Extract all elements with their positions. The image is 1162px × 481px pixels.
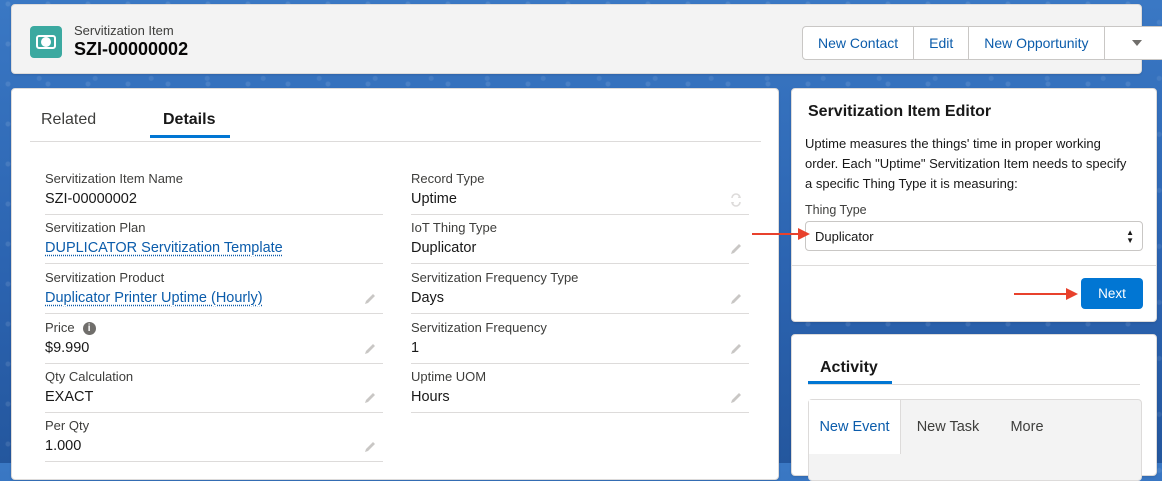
field-label: IoT Thing Type [411,220,498,235]
field-servitization-product: Servitization Product Duplicator Printer… [45,264,383,314]
new-opportunity-button[interactable]: New Opportunity [969,27,1105,59]
servitization-product-link[interactable]: Duplicator Printer Uptime (Hourly) [45,290,263,306]
field-label: Servitization Item Name [45,171,183,186]
pencil-icon[interactable] [729,342,743,356]
record-header: Servitization Item SZI-00000002 New Cont… [11,4,1162,74]
header-actions: New Contact Edit New Opportunity [802,26,1162,60]
more-actions-button[interactable] [1105,27,1162,59]
field-value: EXACT [45,389,94,405]
servitization-plan-link[interactable]: DUPLICATOR Servitization Template [45,240,283,256]
activity-panel: Activity New Event New Task More [791,334,1157,481]
info-icon[interactable]: i [82,322,96,335]
field-uptime-uom: Uptime UOM Hours [411,363,749,413]
field-value: $9.990 [45,340,90,356]
annotation-arrow-icon [752,228,810,240]
field-value: Hours [411,389,450,405]
new-task-button[interactable]: New Task [901,400,995,454]
tab-details[interactable]: Details [163,111,215,129]
field-value: Days [411,290,445,306]
object-type-label: Servitization Item [74,23,174,38]
next-button[interactable]: Next [1081,278,1143,309]
field-servitization-plan: Servitization Plan DUPLICATOR Servitizat… [45,214,383,264]
divider [808,384,1140,385]
active-tab-indicator [808,381,892,384]
field-label: Servitization Frequency Type [411,270,579,285]
field-qty-calculation: Qty Calculation EXACT [45,363,383,413]
field-frequency-type: Servitization Frequency Type Days [411,264,749,314]
editor-description: Uptime measures the things' time in prop… [805,136,1127,191]
field-per-qty: Per Qty 1.000 [45,412,383,462]
activity-publisher: New Event New Task More [808,399,1142,481]
field-label: Uptime UOM [411,369,487,384]
field-price: Price i $9.990 [45,314,383,364]
chevron-down-icon [1131,40,1142,46]
record-title: SZI-00000002 [74,39,189,59]
thing-type-label: Thing Type [805,203,867,217]
pencil-icon[interactable] [363,440,377,454]
tab-related[interactable]: Related [41,111,96,129]
pencil-icon[interactable] [729,292,743,306]
pencil-icon[interactable] [729,391,743,405]
servitization-item-editor: Servitization Item Editor Uptime measure… [791,88,1157,322]
pencil-icon[interactable] [363,292,377,306]
field-value: Uptime [411,191,457,207]
divider [792,265,1156,266]
field-label: Per Qty [45,418,90,433]
field-value: Duplicator [411,240,477,256]
field-iot-thing-type: IoT Thing Type Duplicator [411,214,749,264]
active-tab-indicator [150,135,230,138]
field-frequency: Servitization Frequency 1 [411,314,749,364]
select-arrows-icon: ▲ ▼ [1126,228,1134,245]
pencil-icon[interactable] [729,242,743,256]
edit-button[interactable]: Edit [914,27,970,59]
annotation-arrow-icon [1014,288,1078,300]
field-label: Servitization Product [45,270,165,285]
field-value: SZI-00000002 [45,191,137,207]
field-label: Qty Calculation [45,369,134,384]
field-record-type: Record Type Uptime [411,165,749,215]
field-value: 1.000 [45,438,82,454]
thing-type-select[interactable]: Duplicator ▲ ▼ [805,221,1143,251]
thing-type-selected-value: Duplicator [815,229,874,244]
change-record-type-icon[interactable] [729,193,743,207]
new-contact-button[interactable]: New Contact [803,27,915,59]
more-button[interactable]: More [995,400,1059,454]
tab-activity[interactable]: Activity [820,359,878,377]
pencil-icon[interactable] [363,391,377,405]
servitization-item-icon [30,26,62,58]
price-label-text: Price [45,320,75,335]
editor-title: Servitization Item Editor [808,103,992,120]
record-tabs: Related Details [30,89,761,142]
field-label: Record Type [411,171,485,186]
pencil-icon[interactable] [363,342,377,356]
field-value: 1 [411,340,420,356]
field-item-name: Servitization Item Name SZI-00000002 [45,165,383,215]
field-label: Servitization Plan [45,220,146,235]
field-label: Servitization Frequency [411,320,547,335]
new-event-button[interactable]: New Event [809,400,901,454]
details-panel: Related Details Servitization Item Name … [11,88,779,480]
field-label: Price i [45,320,96,335]
